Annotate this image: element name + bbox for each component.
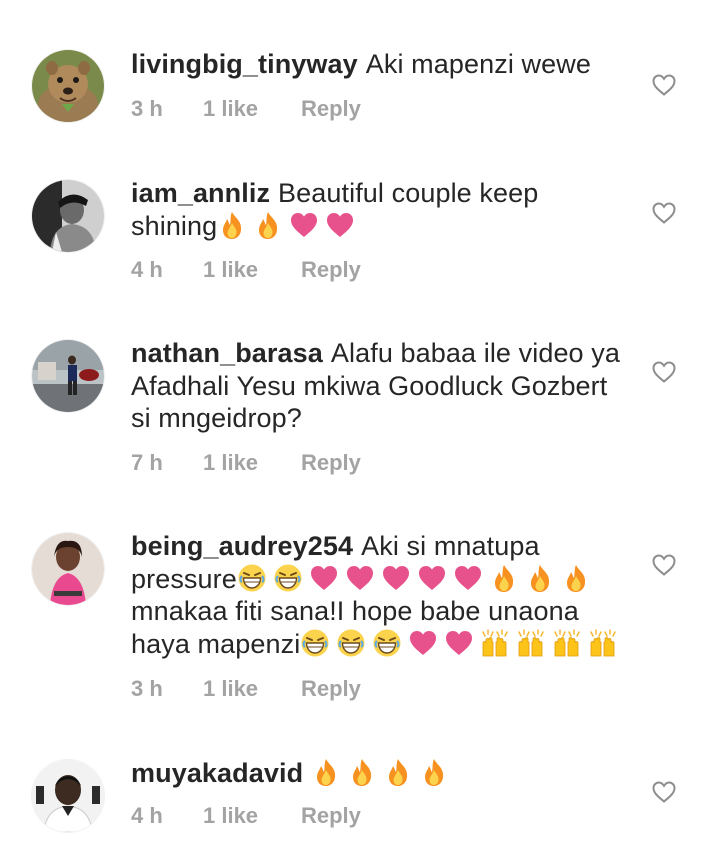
raised-hands-emoji <box>480 628 510 658</box>
comment-username[interactable]: livingbig_tinyway <box>131 49 358 79</box>
raised-hands-emoji <box>552 628 582 658</box>
comment-text: muyakadavid <box>131 757 631 790</box>
fire-emoji <box>419 757 449 787</box>
comment-text: livingbig_tinyway Aki mapenzi wewe <box>131 48 631 81</box>
heart-emoji <box>345 563 375 593</box>
comment-meta: 3 h 1 like Reply <box>131 96 361 122</box>
woman-pink-top-avatar[interactable] <box>32 533 104 605</box>
heart-emoji <box>408 628 438 658</box>
fire-emoji <box>253 210 283 240</box>
comment-time: 3 h <box>131 96 163 121</box>
comment-username[interactable]: muyakadavid <box>131 758 303 788</box>
comment-meta: 3 h 1 like Reply <box>131 676 361 702</box>
heart-outline-icon[interactable] <box>651 552 677 578</box>
comment-text: nathan_barasa Alafu babaa ile video ya Af… <box>131 337 631 435</box>
comment-likes[interactable]: 1 like <box>203 676 301 702</box>
fire-emoji <box>383 757 413 787</box>
comment-likes[interactable]: 1 like <box>203 450 301 476</box>
comment-meta: 4 h 1 like Reply <box>131 803 361 829</box>
comment-time: 7 h <box>131 450 163 475</box>
raised-hands-emoji <box>516 628 546 658</box>
reply-button[interactable]: Reply <box>301 803 361 829</box>
reply-button[interactable]: Reply <box>301 96 361 122</box>
fire-emoji <box>489 563 519 593</box>
comment-username[interactable]: nathan_barasa <box>131 338 323 368</box>
reply-button[interactable]: Reply <box>301 676 361 702</box>
heart-emoji <box>309 563 339 593</box>
comment-likes[interactable]: 1 like <box>203 803 301 829</box>
comment-time: 4 h <box>131 803 163 828</box>
fire-emoji <box>217 210 247 240</box>
bw-portrait-avatar[interactable] <box>32 180 104 252</box>
grin-emoji <box>372 628 402 658</box>
reply-button[interactable]: Reply <box>301 450 361 476</box>
comment-meta: 4 h 1 like Reply <box>131 257 361 283</box>
grin-emoji <box>237 563 267 593</box>
heart-outline-icon[interactable] <box>651 779 677 805</box>
grin-emoji <box>300 628 330 658</box>
heart-emoji <box>453 563 483 593</box>
grin-emoji <box>336 628 366 658</box>
heart-emoji <box>417 563 447 593</box>
heart-emoji <box>381 563 411 593</box>
fire-emoji <box>347 757 377 787</box>
fire-emoji <box>561 563 591 593</box>
raised-hands-emoji <box>588 628 618 658</box>
comment-message: Aki mapenzi wewe <box>365 49 591 79</box>
comment-username[interactable]: iam_annliz <box>131 178 270 208</box>
comment-text: being_audrey254 Aki si mnatupa pressure m… <box>131 530 631 660</box>
heart-emoji <box>325 210 355 240</box>
reply-button[interactable]: Reply <box>301 257 361 283</box>
fire-emoji <box>311 757 341 787</box>
heart-outline-icon[interactable] <box>651 72 677 98</box>
heart-outline-icon[interactable] <box>651 359 677 385</box>
street-photo-avatar[interactable] <box>32 340 104 412</box>
heart-outline-icon[interactable] <box>651 200 677 226</box>
fire-emoji <box>525 563 555 593</box>
comment-time: 4 h <box>131 257 163 282</box>
man-portrait-avatar[interactable] <box>32 760 104 832</box>
comment-username[interactable]: being_audrey254 <box>131 531 353 561</box>
comment-likes[interactable]: 1 like <box>203 257 301 283</box>
quokka-avatar[interactable] <box>32 50 104 122</box>
comment-likes[interactable]: 1 like <box>203 96 301 122</box>
heart-emoji <box>444 628 474 658</box>
comment-text: iam_annliz Beautiful couple keep shining <box>131 177 631 242</box>
heart-emoji <box>289 210 319 240</box>
comment-meta: 7 h 1 like Reply <box>131 450 361 476</box>
grin-emoji <box>273 563 303 593</box>
comment-time: 3 h <box>131 676 163 701</box>
